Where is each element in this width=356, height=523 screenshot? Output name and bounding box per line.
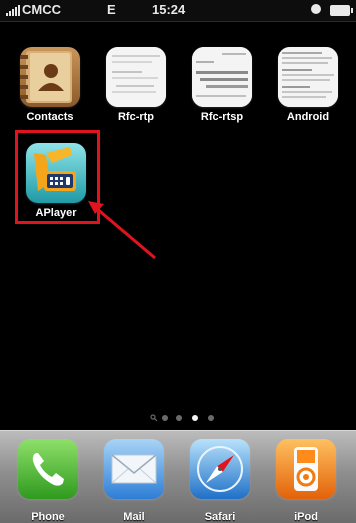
page-indicator[interactable] xyxy=(0,413,356,425)
ipod-icon xyxy=(276,439,336,499)
page-dot xyxy=(208,415,214,421)
app-label: iPod xyxy=(294,511,318,523)
page-dot xyxy=(176,415,182,421)
app-label: Safari xyxy=(204,511,236,523)
safari-compass-icon xyxy=(190,439,250,499)
page-dot-current xyxy=(192,415,198,421)
app-label: Phone xyxy=(31,511,65,523)
dock: Phone Mail Safari iPod xyxy=(0,430,356,523)
mail-icon xyxy=(104,439,164,499)
app-label: Mail xyxy=(123,511,145,523)
iphone-home-screen: CMCC E 15:24 Contacts Rfc-rtp Rfc-rtsp A… xyxy=(0,0,356,523)
spotlight-search-icon xyxy=(150,414,158,422)
page-dot xyxy=(162,415,168,421)
phone-icon xyxy=(18,439,78,499)
